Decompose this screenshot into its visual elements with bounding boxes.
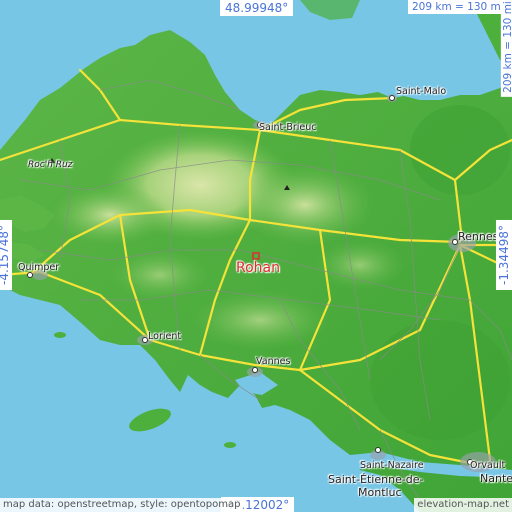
scale-vertical: 209 km = 130 mi — [500, 0, 512, 97]
place-vannes: Vannes — [256, 356, 291, 367]
main-place-label: Rohan — [236, 260, 280, 276]
place-saint-brieuc: Saint-Brieuc — [259, 122, 317, 133]
place-orvault: Orvault — [470, 460, 506, 471]
place-roch-ruz: Roc'h Ruz — [28, 160, 73, 170]
map-view[interactable]: Saint-Malo Saint-Brieuc Roc'h Ruz Rennes… — [0, 0, 512, 512]
coord-right: -1.34498° — [495, 220, 512, 290]
coord-left: -4.15748° — [0, 220, 12, 290]
attribution: map data: openstreetmap, style: opentopo… — [0, 498, 244, 512]
place-saint-nazaire: Saint-Nazaire — [360, 460, 424, 471]
coord-top: 48.99948° — [220, 0, 294, 16]
place-lorient: Lorient — [148, 331, 182, 342]
attribution-right: elevation-map.net — [414, 498, 512, 512]
place-rennes: Rennes — [458, 230, 499, 243]
terrain-map — [0, 0, 512, 512]
scale-horizontal: 209 km = 130 mi — [408, 0, 508, 14]
place-saint-etienne-line2: Montluc — [358, 486, 402, 499]
place-saint-malo: Saint-Malo — [396, 86, 447, 97]
place-nantes: Nante — [480, 472, 512, 485]
place-saint-etienne-line1: Saint-Étienne-de- — [328, 473, 424, 486]
place-quimper: Quimper — [18, 262, 60, 273]
